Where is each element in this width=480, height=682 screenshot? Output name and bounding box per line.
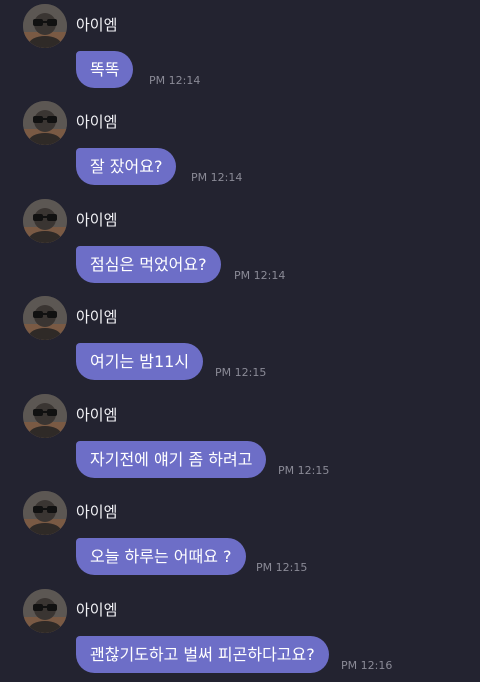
profile-photo-icon xyxy=(23,589,67,633)
chat-message: 아이엠 점심은 먹었어요? PM 12:14 xyxy=(0,195,480,292)
message-bubble[interactable]: 여기는 밤11시 xyxy=(76,343,204,380)
avatar[interactable] xyxy=(23,199,67,243)
sender-name: 아이엠 xyxy=(76,113,118,131)
message-bubble[interactable]: 똑똑 xyxy=(76,51,134,88)
chat-message: 아이엠 자기전에 얘기 좀 하려고 PM 12:15 xyxy=(0,390,480,487)
avatar[interactable] xyxy=(23,394,67,438)
message-bubble[interactable]: 잘 잤어요? xyxy=(76,148,177,185)
chat-message: 아이엠 괜찮기도하고 벌써 피곤하다고요? PM 12:16 xyxy=(0,585,480,682)
profile-photo-icon xyxy=(23,199,67,243)
avatar[interactable] xyxy=(23,589,67,633)
chat-message: 아이엠 여기는 밤11시 PM 12:15 xyxy=(0,292,480,389)
profile-photo-icon xyxy=(23,4,67,48)
chat-message: 아이엠 잘 잤어요? PM 12:14 xyxy=(0,97,480,194)
avatar[interactable] xyxy=(23,296,67,340)
sender-name: 아이엠 xyxy=(76,211,118,229)
sender-name: 아이엠 xyxy=(76,406,118,424)
profile-photo-icon xyxy=(23,394,67,438)
message-time: PM 12:15 xyxy=(256,561,308,574)
message-time: PM 12:16 xyxy=(341,659,393,672)
sender-name: 아이엠 xyxy=(76,601,118,619)
avatar[interactable] xyxy=(23,4,67,48)
message-time: PM 12:14 xyxy=(234,269,286,282)
message-time: PM 12:14 xyxy=(149,74,201,87)
profile-photo-icon xyxy=(23,101,67,145)
message-time: PM 12:15 xyxy=(278,464,330,477)
sender-name: 아이엠 xyxy=(76,308,118,326)
chat-message: 아이엠 똑똑 PM 12:14 xyxy=(0,0,480,97)
chat-message-list[interactable]: 아이엠 똑똑 PM 12:14 아이엠 잘 잤어요? PM 12:14 아이엠 … xyxy=(0,0,480,681)
chat-message: 아이엠 오늘 하루는 어때요 ? PM 12:15 xyxy=(0,487,480,584)
profile-photo-icon xyxy=(23,491,67,535)
profile-photo-icon xyxy=(23,296,67,340)
message-bubble[interactable]: 괜찮기도하고 벌써 피곤하다고요? xyxy=(76,636,329,673)
avatar[interactable] xyxy=(23,491,67,535)
avatar[interactable] xyxy=(23,101,67,145)
message-bubble[interactable]: 점심은 먹었어요? xyxy=(76,246,221,283)
sender-name: 아이엠 xyxy=(76,16,118,34)
message-bubble[interactable]: 오늘 하루는 어때요 ? xyxy=(76,538,246,575)
message-time: PM 12:14 xyxy=(191,171,243,184)
sender-name: 아이엠 xyxy=(76,503,118,521)
message-time: PM 12:15 xyxy=(215,366,267,379)
message-bubble[interactable]: 자기전에 얘기 좀 하려고 xyxy=(76,441,267,478)
